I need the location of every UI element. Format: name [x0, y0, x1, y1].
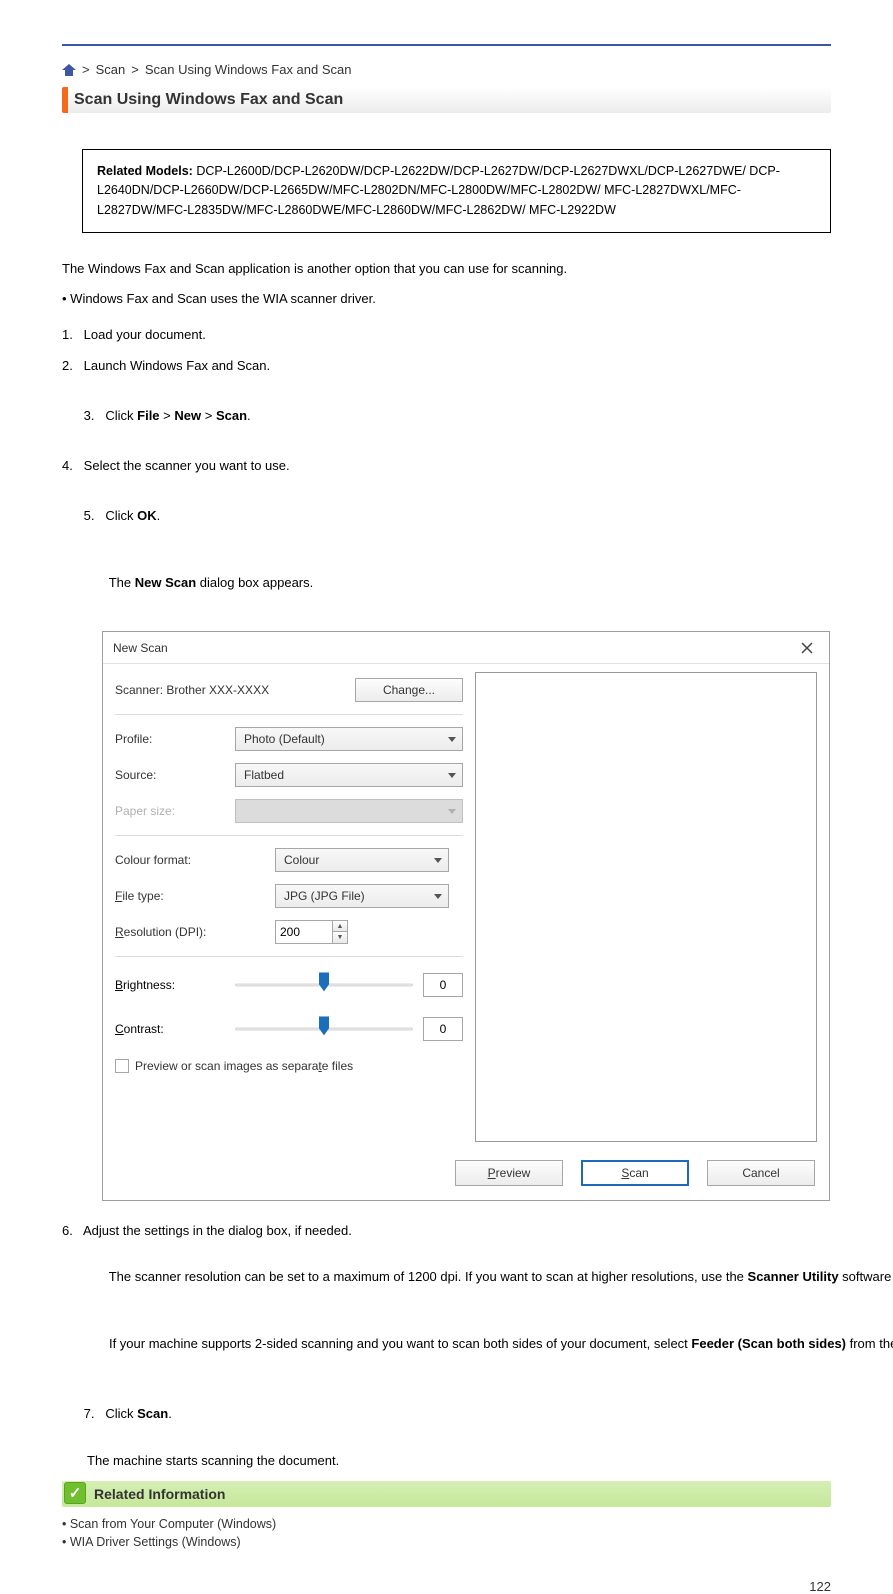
spinner-down-button[interactable]: ▼ [332, 932, 348, 944]
related-models-label: Related Models: [97, 164, 193, 178]
step-6-note2: If your machine supports 2-sided scannin… [62, 1314, 831, 1374]
divider [115, 956, 463, 957]
contrast-value[interactable]: 0 [423, 1017, 463, 1041]
step-6-note: The scanner resolution can be set to a m… [62, 1247, 831, 1307]
resolution-label: Resolution (DPI): [115, 925, 275, 939]
cancel-button[interactable]: Cancel [707, 1160, 815, 1186]
related-link[interactable]: • Scan from Your Computer (Windows) [62, 1517, 831, 1531]
step-7: 7. Click Scan. [62, 1384, 831, 1444]
breadcrumb-section: Scan [96, 62, 126, 77]
change-scanner-button[interactable]: Change... [355, 678, 463, 702]
brightness-slider[interactable] [235, 975, 413, 995]
related-heading: Related Information [94, 1486, 225, 1502]
profile-label: Profile: [115, 732, 235, 746]
colour-format-select[interactable]: Colour [275, 848, 449, 872]
breadcrumb-page: Scan Using Windows Fax and Scan [145, 62, 352, 77]
close-icon [801, 638, 813, 659]
step-6: 6. Adjust the settings in the dialog box… [62, 1221, 831, 1241]
related-models-list: DCP-L2600D/DCP-L2620DW/DCP-L2622DW/DCP-L… [97, 164, 780, 217]
chevron-down-icon [434, 858, 442, 863]
brightness-value[interactable]: 0 [423, 973, 463, 997]
dialog-titlebar: New Scan [103, 632, 829, 664]
top-rule [62, 44, 831, 46]
step-4: 4. Select the scanner you want to use. [62, 456, 831, 476]
spinner-up-button[interactable]: ▲ [332, 920, 348, 932]
scan-button[interactable]: Scan [581, 1160, 689, 1186]
separate-files-label: Preview or scan images as separate files [135, 1059, 353, 1073]
file-type-select[interactable]: JPG (JPG File) [275, 884, 449, 908]
chevron-down-icon [434, 894, 442, 899]
step-5: 5. Click OK. [62, 486, 831, 546]
step-1: 1. Load your document. [62, 325, 831, 345]
resolution-input[interactable] [275, 920, 333, 944]
intro-text: The Windows Fax and Scan application is … [62, 259, 831, 613]
bullet-line: Windows Fax and Scan uses the WIA scanne… [70, 291, 376, 306]
brightness-label: Brightness: [115, 978, 235, 992]
contrast-slider[interactable] [235, 1019, 413, 1039]
page-number: 122 [62, 1579, 831, 1594]
related-link[interactable]: • WIA Driver Settings (Windows) [62, 1535, 831, 1549]
source-label: Source: [115, 768, 235, 782]
related-models-box: Related Models: DCP-L2600D/DCP-L2620DW/D… [82, 149, 831, 233]
home-icon [62, 64, 76, 76]
dialog-title: New Scan [113, 641, 168, 655]
slider-thumb-icon [317, 972, 331, 995]
chevron-down-icon [448, 737, 456, 742]
new-scan-dialog: New Scan Scanner: Brother XXX-XXXX Chang… [102, 631, 830, 1201]
divider [115, 835, 463, 836]
step-5-tail: The New Scan dialog box appears. [62, 553, 831, 613]
colour-format-label: Colour format: [115, 853, 275, 867]
intro-line: The Windows Fax and Scan application is … [62, 259, 831, 279]
breadcrumb-sep: > [82, 62, 90, 77]
source-select[interactable]: Flatbed [235, 763, 463, 787]
slider-thumb-icon [317, 1016, 331, 1039]
checkbox-icon [115, 1059, 129, 1073]
chevron-down-icon [448, 773, 456, 778]
preview-area [475, 672, 817, 1142]
paper-size-select [235, 799, 463, 823]
paper-size-label: Paper size: [115, 804, 235, 818]
close-button[interactable] [789, 634, 825, 662]
step-3: 3. Click File > New > Scan. [62, 386, 831, 446]
page-heading: Scan Using Windows Fax and Scan [62, 87, 831, 113]
related-information-bar: ✓ Related Information [62, 1481, 831, 1507]
scanner-label: Scanner: Brother XXX-XXXX [115, 683, 269, 697]
breadcrumb: > Scan > Scan Using Windows Fax and Scan [62, 62, 831, 77]
step-7-tail: The machine starts scanning the document… [62, 1451, 831, 1471]
profile-select[interactable]: Photo (Default) [235, 727, 463, 751]
preview-button[interactable]: Preview [455, 1160, 563, 1186]
step-2: 2. Launch Windows Fax and Scan. [62, 356, 831, 376]
chevron-down-icon [448, 809, 456, 814]
breadcrumb-sep: > [131, 62, 139, 77]
heading-text: Scan Using Windows Fax and Scan [74, 91, 343, 109]
check-icon: ✓ [64, 1482, 86, 1504]
related-links: • Scan from Your Computer (Windows) • WI… [62, 1517, 831, 1549]
separate-files-checkbox-row[interactable]: Preview or scan images as separate files [115, 1059, 463, 1073]
divider [115, 714, 463, 715]
contrast-label: Contrast: [115, 1022, 235, 1036]
file-type-label: File type: [115, 889, 275, 903]
